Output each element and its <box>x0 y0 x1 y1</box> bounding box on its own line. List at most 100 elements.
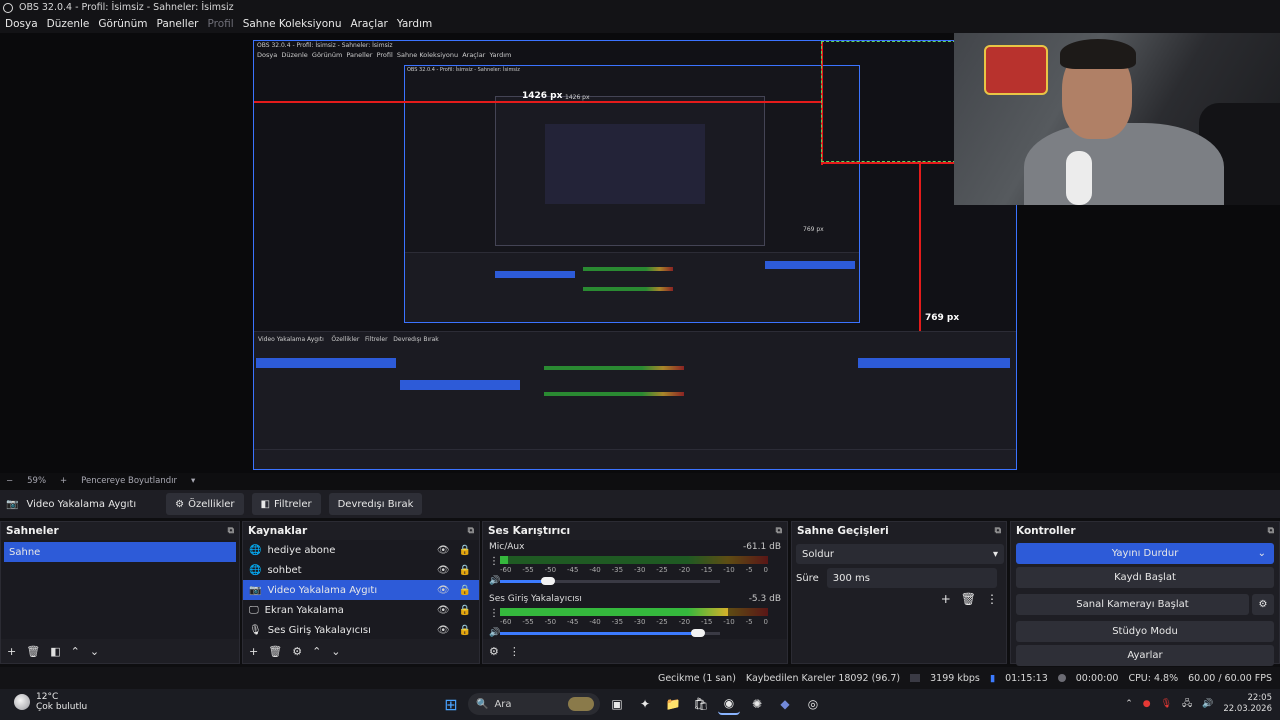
add-transition-icon[interactable]: + <box>941 592 951 606</box>
zoom-dropdown-icon[interactable]: ▾ <box>191 476 195 486</box>
source-toolbar: 📷 Video Yakalama Aygıtı ⚙ Özellikler ◧ F… <box>0 490 1280 518</box>
volume-knob[interactable] <box>541 577 556 585</box>
start-recording-button[interactable]: Kaydı Başlat <box>1016 567 1274 588</box>
mixer-menu-icon[interactable]: ⋮ <box>509 645 520 658</box>
start-virtual-camera-label: Sanal Kamerayı Başlat <box>1076 599 1189 610</box>
trash-icon[interactable]: 🗑 <box>268 645 282 658</box>
scale-tick-label: -55 <box>522 618 534 626</box>
eye-icon[interactable]: 👁 <box>437 605 450 616</box>
move-down-icon[interactable]: ⌄ <box>331 645 340 658</box>
advanced-audio-icon[interactable]: ⚙ <box>489 645 499 658</box>
deactivate-button[interactable]: Devredışı Bırak <box>328 493 423 515</box>
volume-icon[interactable]: 🔊 <box>1202 699 1213 709</box>
sources-dock: Kaynaklar ⧉ 🌐 hediye abone 👁 🔒 🌐 sohbet 👁… <box>242 521 480 664</box>
move-up-icon[interactable]: ⌃ <box>71 645 80 658</box>
filters-button[interactable]: ◧ Filtreler <box>251 493 321 515</box>
undock-icon[interactable]: ⧉ <box>776 526 782 536</box>
source-item[interactable]: 🖵 Ekran Yakalama 👁 🔒 <box>243 600 479 620</box>
source-item[interactable]: 🎙 Ses Giriş Yakalayıcısı 👁 🔒 <box>243 620 479 640</box>
channel-menu-icon[interactable]: ⋮ <box>489 556 499 567</box>
lock-icon[interactable]: 🔒 <box>459 605 471 616</box>
menu-yardim[interactable]: Yardım <box>397 18 432 30</box>
add-scene-icon[interactable]: + <box>7 645 16 658</box>
microphone-icon[interactable]: 🎙 <box>1161 699 1172 709</box>
stop-stream-button[interactable]: Yayını Durdur ⌄ <box>1016 543 1274 564</box>
webcam-selection-box[interactable] <box>821 41 956 162</box>
preview-canvas[interactable]: OBS 32.0.4 - Profil: İsimsiz - Sahneler:… <box>253 40 1017 470</box>
scale-tick-label: 0 <box>763 566 768 574</box>
eye-icon[interactable]: 👁 <box>437 565 450 576</box>
move-down-icon[interactable]: ⌄ <box>90 645 99 658</box>
speaker-icon[interactable]: 🔊 <box>489 628 500 638</box>
virtual-camera-settings-button[interactable]: ⚙ <box>1252 594 1274 615</box>
copilot-icon[interactable]: ✦ <box>634 693 656 715</box>
zoom-in-button[interactable]: + <box>60 476 67 486</box>
source-item[interactable]: 🌐 hediye abone 👁 🔒 <box>243 540 479 560</box>
clock[interactable]: 22:05 22.03.2026 <box>1223 693 1272 715</box>
source-item[interactable]: 📷 Video Yakalama Aygıtı 👁 🔒 <box>243 580 479 600</box>
chevron-down-icon[interactable]: ⌄ <box>1258 548 1266 559</box>
settings-button[interactable]: Ayarlar <box>1016 645 1274 666</box>
resize-to-window-button[interactable]: Pencereye Boyutlandır <box>81 476 177 486</box>
eye-icon[interactable]: 👁 <box>437 625 450 636</box>
undock-icon[interactable]: ⧉ <box>995 526 1001 536</box>
lock-icon[interactable]: 🔒 <box>459 545 471 556</box>
volume-slider[interactable] <box>500 577 720 585</box>
folder-icon[interactable]: 📁 <box>662 693 684 715</box>
undock-icon[interactable]: ⧉ <box>1268 526 1274 536</box>
start-virtual-camera-button[interactable]: Sanal Kamerayı Başlat <box>1016 594 1249 615</box>
nested-taskbar <box>254 449 1016 469</box>
undock-icon[interactable]: ⧉ <box>228 526 234 536</box>
menu-gorunum[interactable]: Görünüm <box>98 18 147 30</box>
move-up-icon[interactable]: ⌃ <box>312 645 321 658</box>
source-item-label: Video Yakalama Aygıtı <box>267 584 378 596</box>
volume-knob[interactable] <box>691 629 705 637</box>
duration-input[interactable]: 300 ms <box>826 568 997 588</box>
properties-button[interactable]: ⚙ Özellikler <box>166 493 244 515</box>
menu-dosya[interactable]: Dosya <box>5 18 38 30</box>
weather-widget[interactable]: 12°C Çok bulutlu <box>14 692 87 712</box>
network-icon <box>910 674 921 682</box>
menu-araclar[interactable]: Araçlar <box>351 18 388 30</box>
nested-meter <box>583 287 673 291</box>
store-icon[interactable]: 🛍 <box>690 693 712 715</box>
menu-paneller[interactable]: Paneller <box>156 18 198 30</box>
scale-tick-label: -35 <box>611 618 624 626</box>
studio-mode-button[interactable]: Stüdyo Modu <box>1016 621 1274 642</box>
eye-icon[interactable]: 👁 <box>437 585 450 596</box>
trash-icon[interactable]: 🗑 <box>961 592 976 606</box>
eye-icon[interactable]: 👁 <box>437 545 450 556</box>
obs-taskbar-icon[interactable]: ◉ <box>718 693 740 715</box>
volume-slider[interactable] <box>500 629 720 637</box>
lock-icon[interactable]: 🔒 <box>459 585 471 596</box>
transition-menu-icon[interactable]: ⋮ <box>986 592 998 606</box>
speaker-icon[interactable]: 🔊 <box>489 576 500 586</box>
scale-tick-label: -30 <box>633 566 646 574</box>
task-view-icon[interactable]: ▣ <box>606 693 628 715</box>
preview-area[interactable]: OBS 32.0.4 - Profil: İsimsiz - Sahneler:… <box>0 33 1280 473</box>
menu-sahne-koleksiyonu[interactable]: Sahne Koleksiyonu <box>243 18 342 30</box>
app-icon[interactable]: ✺ <box>746 693 768 715</box>
lock-icon[interactable]: 🔒 <box>459 565 471 576</box>
gear-icon[interactable]: ⚙ <box>292 645 302 658</box>
transition-select[interactable]: Soldur ▾ <box>796 544 1004 564</box>
lock-icon[interactable]: 🔒 <box>459 625 471 636</box>
channel-menu-icon[interactable]: ⋮ <box>489 608 499 619</box>
channel-name: Mic/Aux <box>489 542 525 552</box>
undock-icon[interactable]: ⧉ <box>468 526 474 536</box>
source-item[interactable]: 🌐 sohbet 👁 🔒 <box>243 560 479 580</box>
scene-item[interactable]: Sahne <box>4 542 236 562</box>
trash-icon[interactable]: 🗑 <box>26 645 40 658</box>
taskbar-search[interactable]: 🔍 Ara <box>468 693 600 715</box>
filter-icon[interactable]: ◧ <box>50 645 60 658</box>
discord-icon[interactable]: ◆ <box>774 693 796 715</box>
menu-duzenle[interactable]: Düzenle <box>47 18 90 30</box>
chevron-up-icon[interactable]: ⌃ <box>1125 699 1133 709</box>
tray-app-icon[interactable]: ● <box>1143 699 1151 709</box>
clock-time: 22:05 <box>1247 693 1273 703</box>
network-icon[interactable]: 🖧 <box>1182 696 1192 712</box>
windows-start-icon[interactable]: ⊞ <box>440 693 462 715</box>
zoom-out-button[interactable]: − <box>6 476 13 486</box>
chrome-icon[interactable]: ◎ <box>802 693 824 715</box>
add-source-icon[interactable]: + <box>249 645 258 658</box>
